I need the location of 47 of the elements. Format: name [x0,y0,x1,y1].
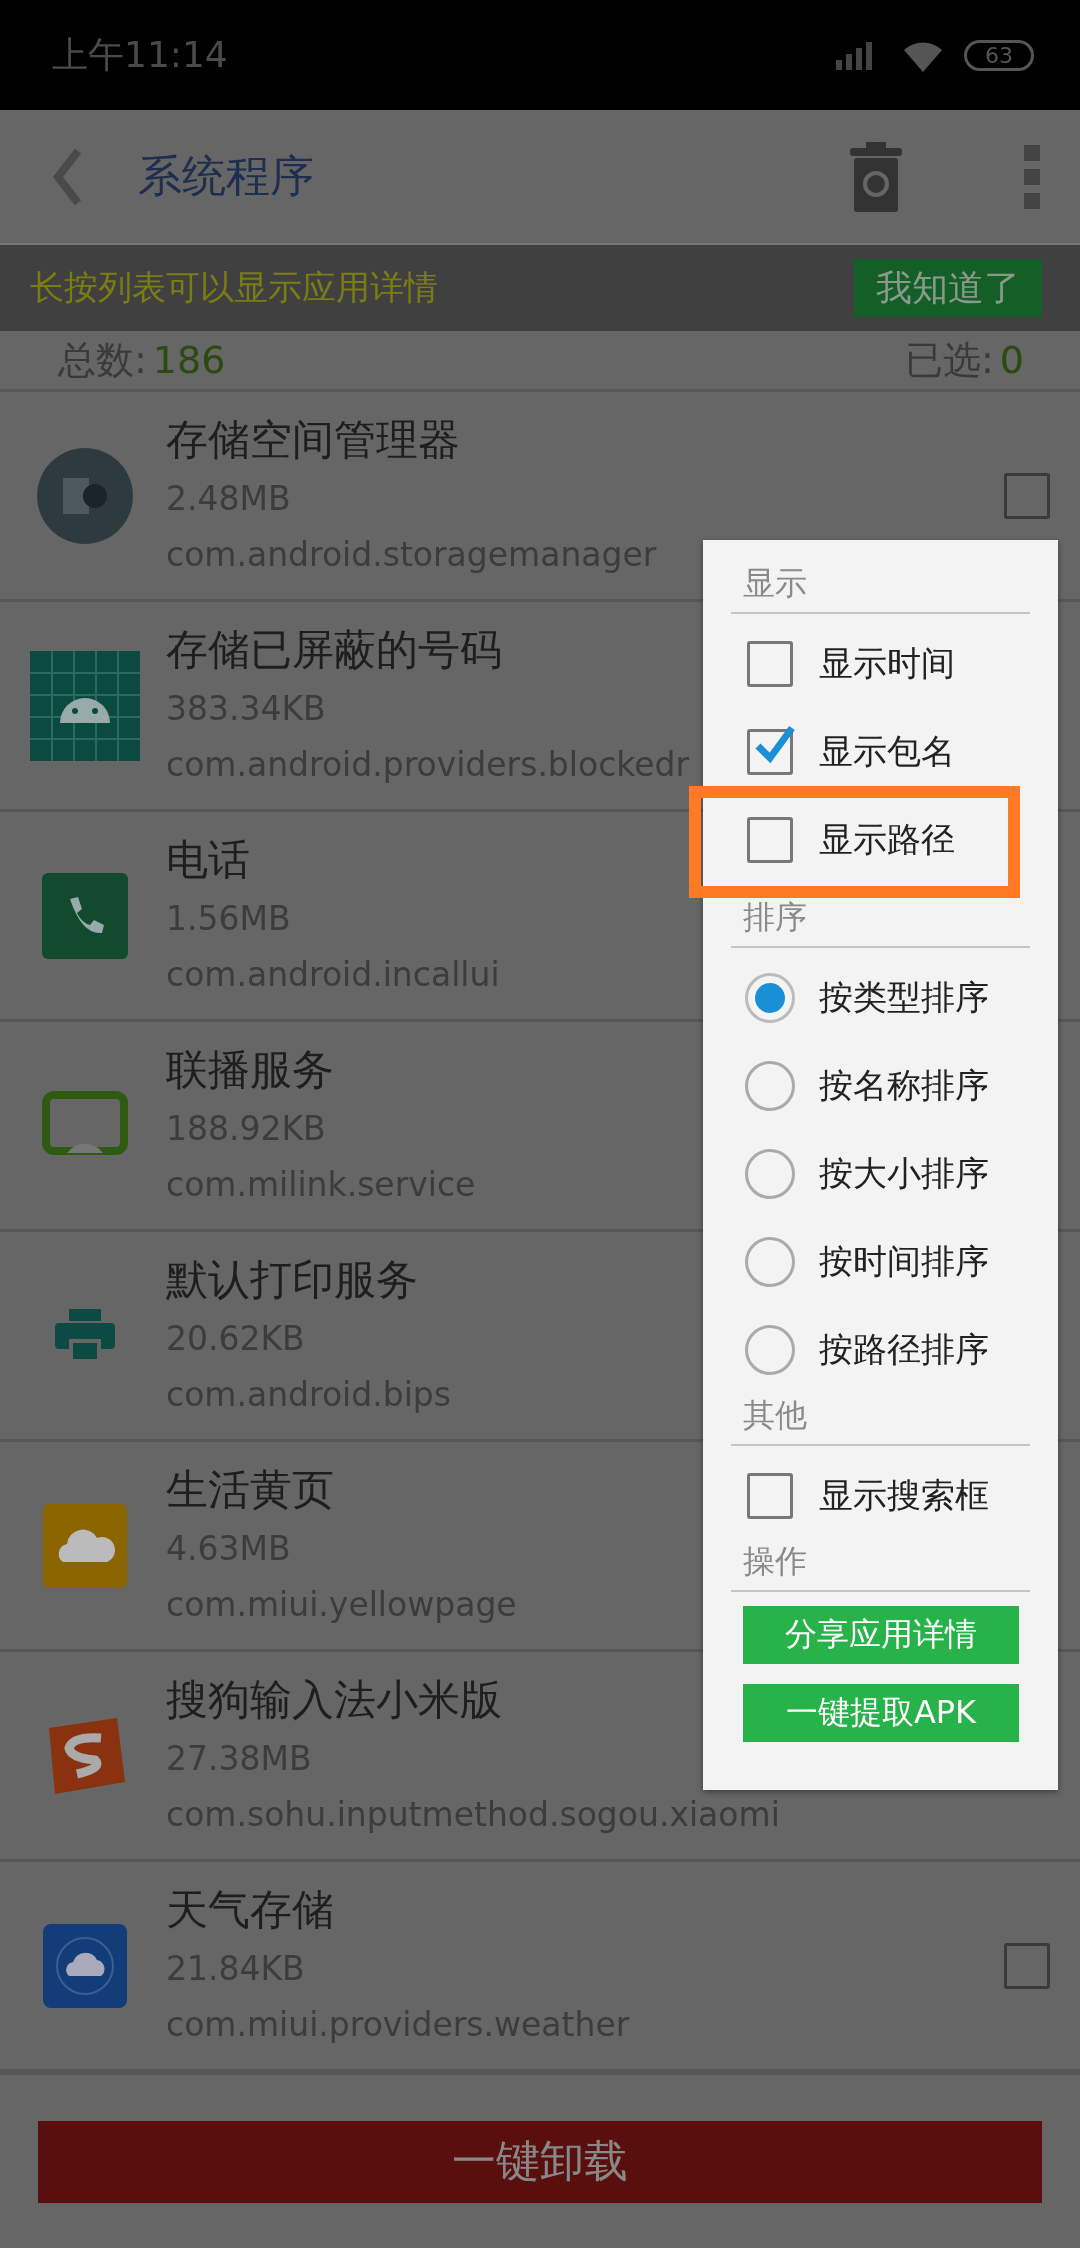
option-label[interactable]: 按类型排序 [819,975,989,1021]
phone-app-icon [42,872,128,959]
more-icon[interactable] [1024,144,1040,209]
section-header: 显示 [731,562,1030,614]
android-app-icon [30,650,140,761]
tip-text: 长按列表可以显示应用详情 [30,266,438,309]
option-label[interactable]: 显示路径 [819,817,955,863]
checkbox[interactable] [1004,1942,1050,1989]
battery-indicator: 63 [964,39,1034,71]
radio-button[interactable] [745,1237,795,1287]
checkbox[interactable] [747,729,793,775]
storage-app-icon [35,445,135,546]
app-name: 存储空间管理器 [166,413,460,466]
section-header: 其他 [731,1394,1030,1446]
app-name: 默认打印服务 [166,1253,418,1306]
app-name: 电话 [166,833,250,886]
app-name: 天气存储 [166,1883,334,1936]
checkbox[interactable] [1004,472,1050,519]
option-label[interactable]: 按大小排序 [819,1151,989,1197]
radio-button[interactable] [745,1061,795,1111]
radio-button[interactable] [745,973,795,1023]
checkbox[interactable] [747,641,793,687]
selected-count: 0 [999,338,1024,382]
app-name: 存储已屏蔽的号码 [166,623,502,676]
section-header: 排序 [731,896,1030,948]
option-label[interactable]: 显示搜索框 [819,1473,989,1519]
option-label[interactable]: 按名称排序 [819,1063,989,1109]
page-title: 系统程序 [138,149,315,203]
total-count: 186 [152,338,226,382]
app-name: 搜狗输入法小米版 [166,1673,502,1726]
option-label[interactable]: 按时间排序 [819,1239,989,1285]
radio-button[interactable] [745,1149,795,1199]
checkbox[interactable] [747,1473,793,1519]
option-label[interactable]: 按路径排序 [819,1327,989,1373]
cloud-phone-app-icon [43,1503,127,1588]
radio-button[interactable] [745,1325,795,1375]
app-name: 生活黄页 [166,1463,334,1516]
recycle-bin-icon[interactable] [848,141,904,212]
uninstall-all-button[interactable]: 一键卸载 [38,2120,1042,2203]
option-label[interactable]: 显示时间 [819,641,955,687]
option-label[interactable]: 显示包名 [819,729,955,775]
status-time: 上午11:14 [52,32,228,77]
back-icon[interactable] [52,148,82,205]
section-header: 操作 [731,1540,1030,1592]
app-name: 联播服务 [166,1043,334,1096]
checkbox[interactable] [747,817,793,863]
weather-app-icon [43,1923,127,2008]
